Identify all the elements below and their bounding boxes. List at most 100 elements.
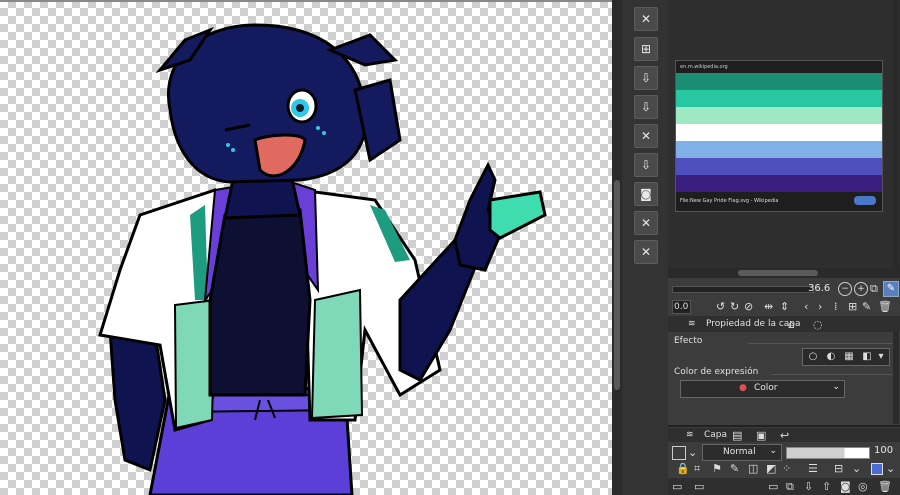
secondary-tab-icon[interactable]: ▤ xyxy=(732,429,742,442)
scrollbar-thumb[interactable] xyxy=(738,270,818,276)
template-icon[interactable]: ⊞ xyxy=(634,37,658,61)
layer-color-icon[interactable]: ◧ xyxy=(861,351,873,363)
layer-property-tabbar: ≋ Propiedad de la capa ⌂ ◌ xyxy=(668,316,900,332)
expression-color-select[interactable]: ● Color ⌄ xyxy=(680,380,845,398)
import-icon[interactable]: ⇩ xyxy=(634,153,658,177)
effect-label: Efecto xyxy=(674,336,703,346)
copy-layer-icon[interactable]: ⧉ xyxy=(786,480,794,494)
expression-color-value: Color xyxy=(754,383,778,393)
navigator-panel: en.m.wikipedia.org File:New Gay Pride Fl… xyxy=(668,0,900,268)
pattern-icon[interactable]: ⁘ xyxy=(782,462,791,475)
transfer-icon[interactable]: ⇧ xyxy=(822,480,831,493)
blend-mode-value: Normal xyxy=(723,447,756,457)
character-illustration xyxy=(98,23,547,495)
layer-bottom-toolbar: ▭ ▭ ▭ ⧉ ⇩ ⇧ ◙ ◎ 🗑 xyxy=(668,478,900,495)
chevron-down-icon[interactable]: ⌄ xyxy=(688,446,697,459)
flag-stripe xyxy=(676,107,882,124)
thumbnail-button xyxy=(854,196,876,205)
watercolor-effect-icon[interactable]: ◐ xyxy=(825,351,837,363)
chevron-down-icon: ⌄ xyxy=(832,382,840,392)
divider xyxy=(772,374,894,375)
tab-layer[interactable]: ≋ Capa xyxy=(684,428,727,442)
mask-icon[interactable]: ◙ xyxy=(840,480,851,493)
import-icon[interactable]: ⇩ xyxy=(634,95,658,119)
layer-thumbnail-icon[interactable] xyxy=(672,446,686,460)
zoom-row: 36.6 − + ⧉ ✎ xyxy=(668,279,900,299)
draft-icon[interactable]: ✎ xyxy=(730,462,739,475)
rotate-right-icon[interactable]: ↻ xyxy=(730,300,739,313)
layers-icon: ≋ xyxy=(686,430,694,440)
lock-icon[interactable]: 🔒 xyxy=(676,462,690,475)
navigator-thumbnail[interactable]: en.m.wikipedia.org File:New Gay Pride Fl… xyxy=(675,60,883,212)
trash-icon[interactable]: 🗑 xyxy=(878,480,892,493)
flag-stripe xyxy=(676,141,882,158)
thumbnail-url: en.m.wikipedia.org xyxy=(680,64,728,70)
grid-icon[interactable]: ⁞ xyxy=(834,300,838,313)
layer-settings-row: ⌄ Normal ⌄ 100 xyxy=(668,443,900,463)
blend-mode-select[interactable]: Normal ⌄ xyxy=(702,444,782,461)
eyedropper-icon[interactable]: ✎ xyxy=(883,281,899,297)
flag-stripe xyxy=(676,124,882,141)
thumbnail-caption: File:New Gay Pride Flag.svg - Wikipedia xyxy=(680,198,779,204)
new-folder-icon[interactable]: ▭ xyxy=(768,480,778,493)
layer-color-icon[interactable]: ◩ xyxy=(766,462,776,475)
close-x-icon[interactable]: ✕ xyxy=(634,7,658,31)
layer-tools-row: 🔒 ⌗ ⚑ ✎ ◫ ◩ ⁘ ☰ ⊟ ⌄ ⌄ xyxy=(668,462,900,476)
import-icon[interactable]: ⇩ xyxy=(634,66,658,90)
grid2-icon[interactable]: ⊞ xyxy=(848,300,857,313)
flip-horizontal-icon[interactable]: ⇹ xyxy=(764,300,773,313)
navigator-horizontal-scrollbar[interactable] xyxy=(668,268,900,278)
secondary-tab-icon[interactable]: ◌ xyxy=(813,318,823,331)
trash-icon[interactable]: 🗑 xyxy=(878,300,892,313)
secondary-tab-icon[interactable]: ⌂ xyxy=(788,318,795,331)
zoom-slider[interactable] xyxy=(672,286,814,293)
rotation-value[interactable]: 0.0 xyxy=(672,300,691,314)
merge-icon[interactable]: ⇩ xyxy=(804,480,813,493)
flag-stripe xyxy=(676,73,882,90)
close-x-icon[interactable]: ✕ xyxy=(634,211,658,235)
zoom-in-icon[interactable]: + xyxy=(854,282,868,296)
color-wheel-icon: ● xyxy=(739,383,747,393)
drawing-canvas[interactable] xyxy=(0,0,612,495)
new-raster-layer-icon[interactable]: ▭ xyxy=(672,480,682,493)
color-swatch[interactable] xyxy=(871,463,883,475)
chevron-down-icon[interactable]: ⌄ xyxy=(852,462,861,475)
clip-icon[interactable]: ⌗ xyxy=(694,462,700,476)
flag-stripe xyxy=(676,175,882,192)
tone-effect-icon[interactable]: ▦ xyxy=(843,351,855,363)
mask-icon[interactable]: ◫ xyxy=(748,462,758,475)
scrollbar-thumb[interactable] xyxy=(614,180,620,390)
expression-color-label: Color de expresión xyxy=(674,367,759,377)
navigator-vertical-scrollbar[interactable] xyxy=(893,0,899,268)
view-icon[interactable]: ⊟ xyxy=(834,462,843,475)
border-effect-icon[interactable]: ○ xyxy=(807,351,819,363)
dropdown-icon[interactable]: ▾ xyxy=(875,351,887,363)
list-icon[interactable]: ☰ xyxy=(808,462,818,475)
camera-icon[interactable]: ◙ xyxy=(634,182,658,206)
close-x-icon[interactable]: ✕ xyxy=(634,240,658,264)
new-vector-layer-icon[interactable]: ▭ xyxy=(694,480,704,493)
right-panel: en.m.wikipedia.org File:New Gay Pride Fl… xyxy=(668,0,900,495)
reference-icon[interactable]: ⚑ xyxy=(712,462,722,475)
zoom-out-icon[interactable]: − xyxy=(838,282,852,296)
tab-label: Capa xyxy=(704,430,728,440)
edit-icon[interactable]: ✎ xyxy=(862,300,871,313)
divider xyxy=(748,343,894,344)
reset-rotation-icon[interactable]: ⊘ xyxy=(744,300,753,313)
next-icon[interactable]: › xyxy=(818,300,822,313)
flag-stripe xyxy=(676,90,882,107)
record-icon[interactable]: ◎ xyxy=(858,480,868,493)
previous-icon[interactable]: ‹ xyxy=(804,300,808,313)
opacity-slider[interactable] xyxy=(786,447,870,459)
secondary-tab-icon[interactable]: ▣ xyxy=(756,429,766,442)
tab-layer-property[interactable]: ≋ Propiedad de la capa xyxy=(686,316,801,332)
canvas-vertical-scrollbar[interactable] xyxy=(612,0,622,495)
secondary-tab-icon[interactable]: ↩ xyxy=(780,429,789,442)
close-x-icon[interactable]: ✕ xyxy=(634,124,658,148)
flip-vertical-icon[interactable]: ⇕ xyxy=(780,300,789,313)
rotate-left-icon[interactable]: ↺ xyxy=(716,300,725,313)
effect-buttons: ○ ◐ ▦ ◧ ▾ xyxy=(802,348,890,366)
fit-icon[interactable]: ⧉ xyxy=(870,282,878,296)
property-scrollbar[interactable] xyxy=(893,332,899,424)
chevron-down-icon[interactable]: ⌄ xyxy=(886,462,895,475)
